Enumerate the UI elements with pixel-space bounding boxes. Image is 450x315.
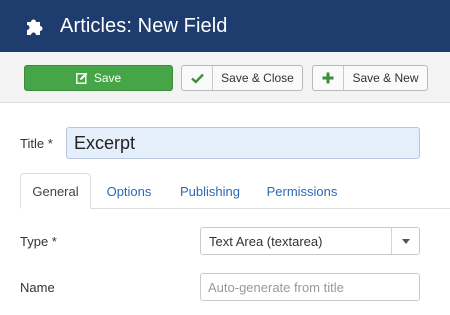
type-select-value: Text Area (textarea) (209, 234, 323, 249)
save-new-button[interactable]: Save & New (312, 65, 428, 91)
type-select[interactable]: Text Area (textarea) (200, 227, 420, 255)
type-label: Type * (20, 234, 57, 249)
save-button[interactable]: Save (24, 65, 173, 91)
tab-publishing[interactable]: Publishing (170, 173, 250, 209)
edit-icon (75, 72, 88, 84)
puzzle-icon (27, 19, 43, 35)
chevron-down-icon[interactable] (391, 228, 419, 254)
tab-permissions[interactable]: Permissions (258, 173, 346, 209)
title-input[interactable] (66, 127, 420, 159)
title-field-row: Title * (0, 125, 450, 161)
save-close-label: Save & Close (221, 71, 294, 85)
tab-options[interactable]: Options (96, 173, 162, 209)
plus-icon (313, 66, 344, 90)
tab-bar: General Options Publishing Permissions (20, 173, 450, 209)
save-label: Save (93, 71, 122, 85)
title-label: Title * (20, 136, 53, 151)
name-input[interactable] (200, 273, 420, 301)
page-header: Articles: New Field (0, 0, 450, 52)
tab-general[interactable]: General (20, 173, 91, 209)
page-title: Articles: New Field (60, 14, 228, 37)
check-icon (182, 66, 213, 90)
name-label: Name (20, 280, 55, 295)
toolbar: Save Save & Close Save & New (0, 52, 450, 103)
save-close-button[interactable]: Save & Close (181, 65, 303, 91)
save-new-label: Save & New (352, 71, 419, 85)
